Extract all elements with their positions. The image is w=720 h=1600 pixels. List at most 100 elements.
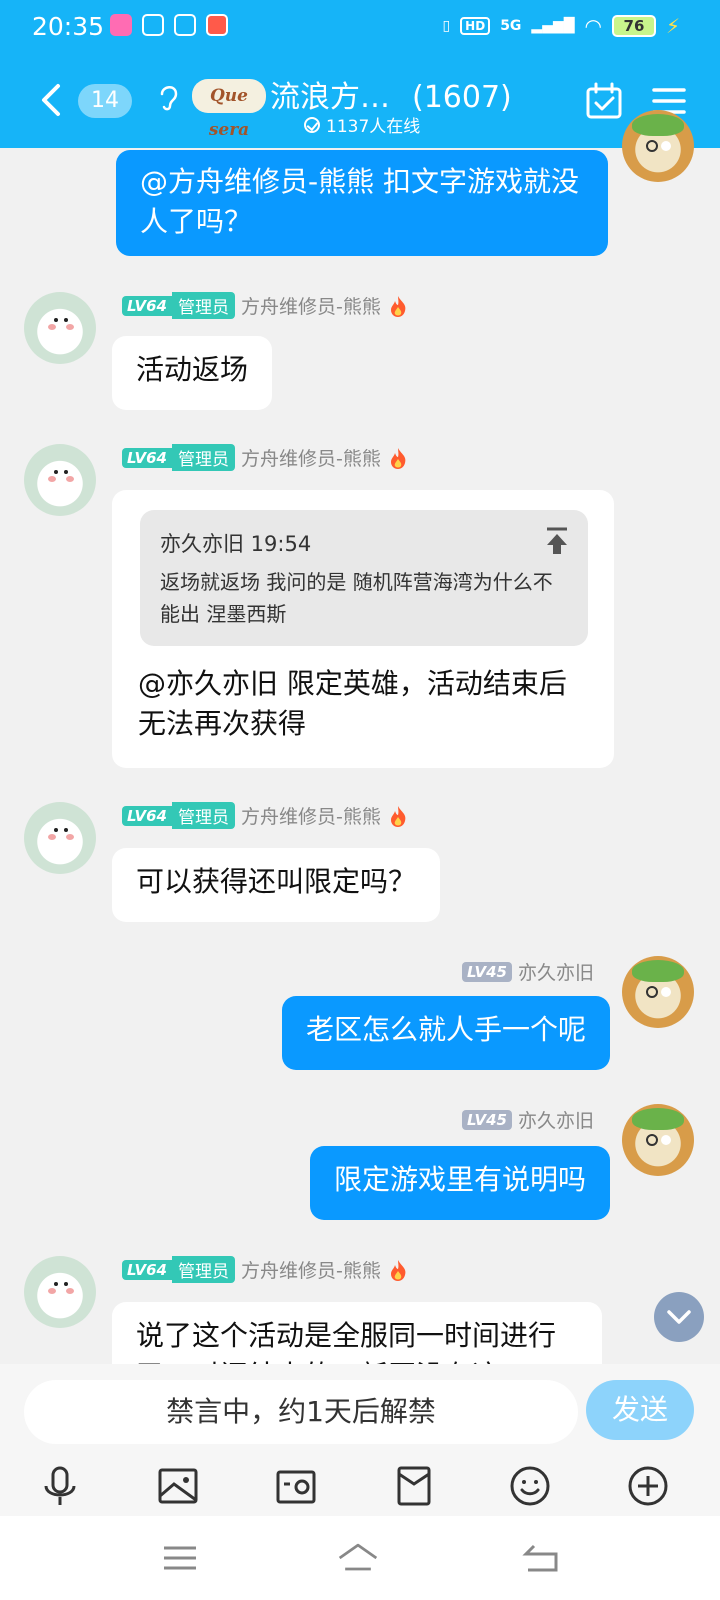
sender-avatar[interactable] [24,1256,96,1328]
member-count: (1607) [412,80,512,115]
sender-name[interactable]: 方舟维修员-熊熊 [241,292,381,319]
sender-name[interactable]: 方舟维修员-熊熊 [241,1256,381,1283]
network-label: 5G [500,18,522,34]
sender-avatar[interactable] [24,444,96,516]
message-text: 限定游戏里有说明吗 [333,1163,586,1196]
nav-menu-icon [164,1546,196,1570]
quote-text: 返场就返场 我问的是 随机阵营海湾为什么不能出 涅墨西斯 [160,570,553,626]
header-bar: 20:35 ▯ HD 5G ▂▄▆█ ◠ 76 ⚡ 14 Que sera 流浪… [0,0,720,148]
input-area: 禁言中，约1天后解禁 发送 [0,1364,720,1520]
message-text: @方舟维修员-熊熊 扣文字游戏就没人了吗？ [140,165,580,238]
message-bubble[interactable]: 限定游戏里有说明吗 [309,1146,610,1220]
emoji-icon [510,1466,550,1506]
nav-back-button[interactable] [520,1538,564,1578]
fire-icon [387,804,409,828]
camera-icon [276,1470,316,1504]
fire-icon [387,294,409,318]
red-packet-button[interactable] [392,1464,436,1508]
message-bubble[interactable]: 可以获得还叫限定吗？ [112,848,441,922]
level-badge: LV45 [462,961,512,982]
camera-button[interactable] [274,1464,318,1508]
image-button[interactable] [156,1464,200,1508]
level-badge: LV64 [122,447,172,468]
admin-badge: 管理员 [171,802,235,829]
fire-icon [387,1258,409,1282]
level-badge: LV45 [462,1109,512,1130]
app-notification-icon [206,14,228,36]
sender-info: LV64 管理员 方舟维修员-熊熊 [122,802,409,829]
admin-badge: 管理员 [171,1256,235,1283]
quote-author-time: 亦久亦旧 19:54 [160,532,312,556]
pin-top-icon [544,526,570,556]
message-text: @亦久亦旧 限定英雄，活动结束后无法再次获得 [138,667,567,740]
hd-badge: HD [460,17,491,35]
online-count: 1137人在线 [326,117,421,137]
battery-indicator: 76 [611,15,656,37]
admin-badge: 管理员 [171,292,235,319]
chevron-down-icon [667,1310,691,1324]
plus-icon [628,1466,668,1506]
vibrate-icon: ▯ [442,18,451,34]
status-app-icons [110,14,228,36]
ear-icon [158,82,180,112]
online-status: 1137人在线 [304,112,420,137]
message-bubble[interactable]: @方舟维修员-熊熊 扣文字游戏就没人了吗？ [116,150,608,256]
more-actions-button[interactable] [626,1464,670,1508]
message-input-muted[interactable]: 禁言中，约1天后解禁 [24,1380,578,1444]
message-text: 老区怎么就人手一个呢 [305,1013,586,1046]
red-packet-icon [397,1466,431,1506]
send-button[interactable]: 发送 [586,1380,694,1440]
back-icon [42,84,60,116]
admin-badge: 管理员 [171,444,235,471]
message-bubble[interactable]: 老区怎么就人手一个呢 [281,996,610,1070]
level-badge: LV64 [122,805,172,826]
sender-avatar[interactable] [622,110,694,182]
level-badge: LV64 [122,1259,172,1280]
nav-back-icon [522,1544,558,1572]
sender-info: LV64 管理员 方舟维修员-熊熊 [122,292,409,319]
microphone-icon [44,1466,76,1505]
app-notification-icon [110,14,132,36]
emoji-button[interactable] [508,1464,552,1508]
system-nav-bar [0,1516,720,1600]
sender-info: LV64 管理员 方舟维修员-熊熊 [122,444,409,471]
quoted-message[interactable]: 亦久亦旧 19:54 返场就返场 我问的是 随机阵营海湾为什么不能出 涅墨西斯 [140,510,588,646]
nav-home-icon [338,1543,378,1571]
voice-button[interactable] [38,1464,82,1508]
sender-avatar[interactable] [622,956,694,1028]
sender-avatar[interactable] [622,1104,694,1176]
message-text: 活动返场 [136,353,249,386]
sender-info: LV64 管理员 方舟维修员-熊熊 [122,1256,409,1283]
status-time: 20:35 [32,12,105,41]
sender-avatar[interactable] [24,292,96,364]
group-logo: Que sera [192,79,266,140]
message-text: 可以获得还叫限定吗？ [136,865,417,898]
fire-icon [387,446,409,470]
message-bubble[interactable]: 活动返场 [112,336,273,410]
sender-name[interactable]: 方舟维修员-熊熊 [241,802,381,829]
scroll-to-bottom-button[interactable] [654,1292,704,1342]
sender-info: LV45 亦久亦旧 [462,1106,594,1133]
calendar-check-icon [586,82,622,119]
chat-title[interactable]: 流浪方… (1607) [270,72,512,116]
app-notification-icon [174,14,196,36]
group-name: 流浪方… [270,80,390,115]
status-right: ▯ HD 5G ▂▄▆█ ◠ 76 ⚡ [442,14,680,38]
calendar-check-button[interactable] [586,82,622,120]
sender-name[interactable]: 方舟维修员-熊熊 [241,444,381,471]
nav-home-button[interactable] [336,1538,384,1578]
chat-navbar: 14 Que sera 流浪方… (1607) 1137人在线 [0,62,720,142]
app-notification-icon [142,14,164,36]
check-circle-icon [304,116,320,133]
sender-name[interactable]: 亦久亦旧 [518,958,594,985]
sender-name[interactable]: 亦久亦旧 [518,1106,594,1133]
unread-count-badge[interactable]: 14 [78,84,132,118]
sender-info: LV45 亦久亦旧 [462,958,594,985]
status-bar: 20:35 ▯ HD 5G ▂▄▆█ ◠ 76 ⚡ [0,0,720,56]
sender-avatar[interactable] [24,802,96,874]
image-icon [158,1468,198,1504]
back-button[interactable] [36,80,66,120]
nav-menu-button[interactable] [158,1538,202,1578]
level-badge: LV64 [122,295,172,316]
charging-icon: ⚡ [665,14,680,38]
